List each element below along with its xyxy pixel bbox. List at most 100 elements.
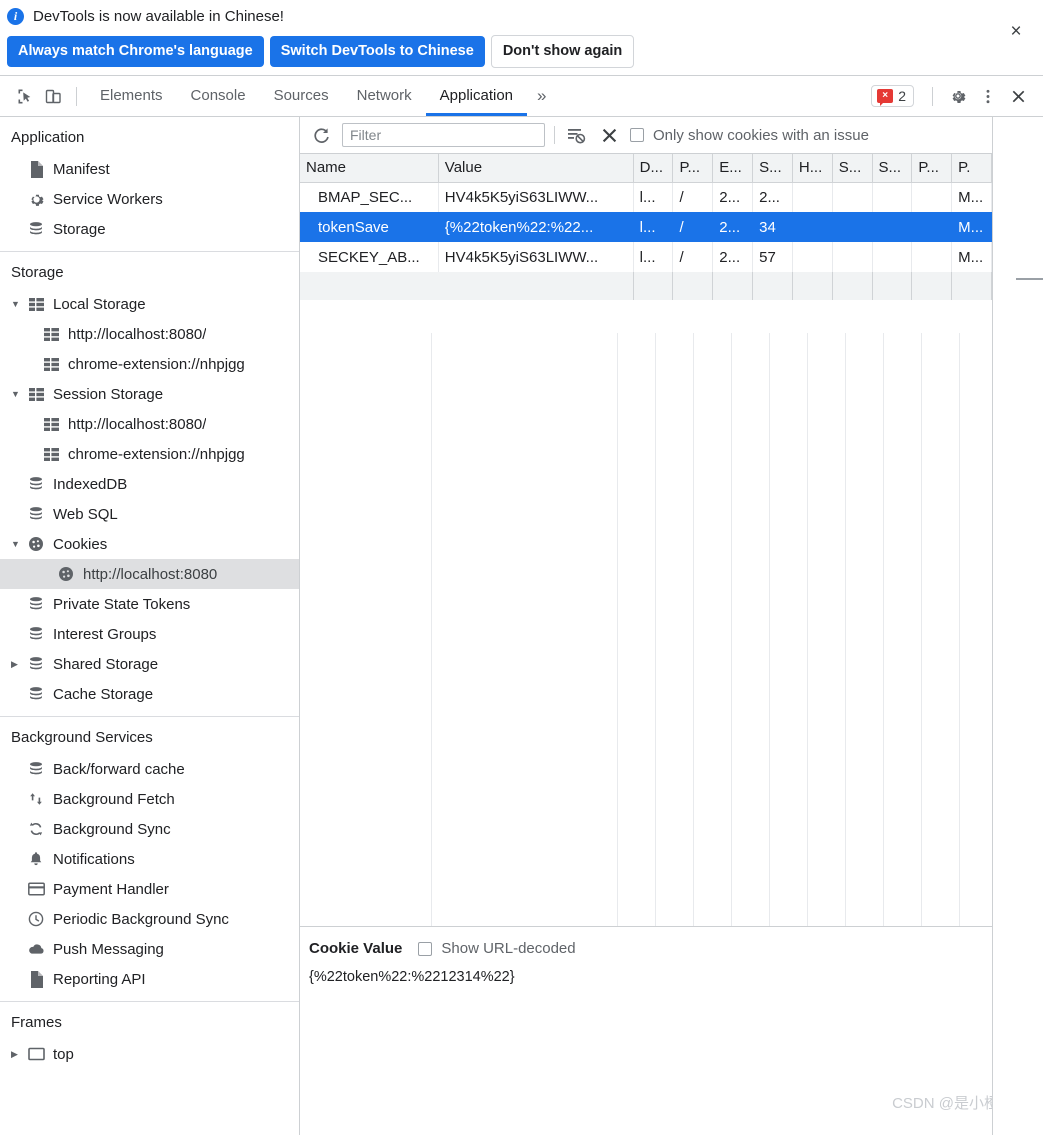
column-header-name[interactable]: Name [300, 154, 439, 183]
cell-partition [911, 182, 953, 212]
cell-domain: l... [633, 242, 674, 272]
sidebar-item-label: Service Workers [53, 190, 163, 208]
column-header-domain[interactable]: D... [633, 154, 674, 183]
column-header-secure[interactable]: S... [832, 154, 873, 183]
tab-overflow-chevron-icon[interactable]: » [527, 86, 556, 106]
dont-show-again-button[interactable]: Don't show again [490, 35, 635, 68]
error-count-badge[interactable]: × 2 [871, 85, 914, 107]
sidebar-item-label: Cookies [53, 535, 108, 553]
sidebar-item-manifest[interactable]: Manifest [0, 154, 299, 184]
tab-console[interactable]: Console [177, 76, 260, 116]
language-banner: i DevTools is now available in Chinese! … [0, 0, 1043, 76]
gear-icon[interactable] [944, 82, 972, 110]
sidebar-item-reporting-api[interactable]: Reporting API [0, 964, 299, 994]
kebab-menu-icon[interactable] [974, 82, 1002, 110]
chevron-down-icon[interactable]: ▼ [11, 299, 26, 309]
table-row[interactable]: BMAP_SEC... HV4k5K5yiS63LIWW... l... / 2… [300, 182, 992, 212]
sidebar-item-storage[interactable]: Storage [0, 214, 299, 244]
cell-samesite [872, 212, 913, 242]
database-icon [26, 759, 46, 779]
sidebar-item-web-sql[interactable]: Web SQL [0, 499, 299, 529]
column-header-partition[interactable]: P... [911, 154, 953, 183]
checkbox-box[interactable] [418, 941, 433, 956]
always-match-language-button[interactable]: Always match Chrome's language [7, 36, 264, 67]
gear-icon [26, 189, 46, 209]
sidebar-item-shared-storage[interactable]: ▶ Shared Storage [0, 649, 299, 679]
tab-sources[interactable]: Sources [260, 76, 343, 116]
chevron-right-icon[interactable]: ▶ [11, 1049, 26, 1059]
sidebar-item-background-sync[interactable]: Background Sync [0, 814, 299, 844]
sidebar-item-push-messaging[interactable]: Push Messaging [0, 934, 299, 964]
device-toolbar-icon[interactable] [39, 82, 67, 110]
sidebar-item-cache-storage[interactable]: Cache Storage [0, 679, 299, 709]
cookie-value-title: Cookie Value [309, 940, 403, 957]
clear-filtered-cookies-icon[interactable] [564, 123, 588, 147]
column-header-expires[interactable]: E... [712, 154, 754, 183]
chevron-down-icon[interactable]: ▼ [11, 539, 26, 549]
sidebar-item-notifications[interactable]: Notifications [0, 844, 299, 874]
table-filler-row [300, 272, 992, 300]
clear-all-cookies-icon[interactable] [597, 123, 621, 147]
inspect-element-icon[interactable] [11, 82, 39, 110]
sidebar-item-frame-top[interactable]: ▶ top [0, 1039, 299, 1069]
sidebar-item-background-fetch[interactable]: Background Fetch [0, 784, 299, 814]
sidebar-item-label: Payment Handler [53, 880, 169, 898]
refresh-icon[interactable] [309, 123, 333, 147]
sidebar-item-cookies-localhost[interactable]: http://localhost:8080 [0, 559, 299, 589]
sidebar-item-interest-groups[interactable]: Interest Groups [0, 619, 299, 649]
close-devtools-icon[interactable] [1004, 82, 1032, 110]
filler-cell [752, 272, 793, 300]
sidebar-item-private-state-tokens[interactable]: Private State Tokens [0, 589, 299, 619]
sidebar-section-title: Background Services [11, 729, 153, 746]
column-header-size[interactable]: S... [752, 154, 793, 183]
sidebar-item-cookies[interactable]: ▼ Cookies [0, 529, 299, 559]
sidebar-item-indexeddb[interactable]: IndexedDB [0, 469, 299, 499]
filter-input[interactable] [342, 123, 545, 147]
sidebar-item-payment-handler[interactable]: Payment Handler [0, 874, 299, 904]
checkbox-box[interactable] [630, 128, 644, 142]
manifest-icon [26, 159, 46, 179]
table-icon [41, 444, 61, 464]
column-header-value[interactable]: Value [438, 154, 634, 183]
table-icon [41, 354, 61, 374]
only-issues-checkbox[interactable]: Only show cookies with an issue [630, 127, 869, 144]
sidebar-item-session-storage-localhost[interactable]: http://localhost:8080/ [0, 409, 299, 439]
tab-network[interactable]: Network [343, 76, 426, 116]
sidebar-item-local-storage[interactable]: ▼ Local Storage [0, 289, 299, 319]
sidebar-item-periodic-background-sync[interactable]: Periodic Background Sync [0, 904, 299, 934]
sidebar-item-session-storage-extension[interactable]: chrome-extension://nhpjgg [0, 439, 299, 469]
database-icon [26, 219, 46, 239]
switch-devtools-language-button[interactable]: Switch DevTools to Chinese [269, 36, 485, 67]
toolbar-divider [554, 126, 555, 144]
banner-message: DevTools is now available in Chinese! [33, 7, 284, 25]
chevron-right-icon[interactable]: ▶ [11, 659, 26, 669]
sidebar-item-session-storage[interactable]: ▼ Session Storage [0, 379, 299, 409]
table-row[interactable]: SECKEY_AB... HV4k5K5yiS63LIWW... l... / … [300, 242, 992, 272]
clock-icon [26, 909, 46, 929]
sidebar-section-storage: Storage ▼ Local Storage http://localhost… [0, 252, 299, 717]
cell-domain: l... [633, 182, 674, 212]
chevron-down-icon[interactable]: ▼ [11, 389, 26, 399]
table-icon [41, 414, 61, 434]
column-header-priority[interactable]: P. [951, 154, 992, 183]
column-header-httponly[interactable]: H... [792, 154, 833, 183]
banner-close-icon[interactable]: × [1005, 20, 1027, 42]
sidebar-item-label: Reporting API [53, 970, 146, 988]
banner-actions: Always match Chrome's language Switch De… [0, 27, 1043, 68]
column-header-samesite[interactable]: S... [872, 154, 913, 183]
cookies-table-container[interactable]: Name Value D... P... E... S... H... S...… [300, 154, 1043, 927]
window-resize-handle[interactable] [1016, 278, 1043, 280]
sidebar-item-label: Storage [53, 220, 106, 238]
show-url-decoded-label: Show URL-decoded [441, 940, 576, 957]
show-url-decoded-checkbox[interactable]: Show URL-decoded [418, 940, 576, 957]
table-row[interactable]: tokenSave {%22token%22:%22... l... / 2..… [300, 212, 992, 242]
sidebar-item-local-storage-extension[interactable]: chrome-extension://nhpjgg [0, 349, 299, 379]
column-header-path[interactable]: P... [672, 154, 714, 183]
tab-application[interactable]: Application [425, 76, 528, 116]
sidebar-item-back-forward-cache[interactable]: Back/forward cache [0, 754, 299, 784]
tab-elements[interactable]: Elements [86, 76, 177, 116]
arrows-updown-icon [26, 789, 46, 809]
cell-value: HV4k5K5yiS63LIWW... [438, 242, 634, 272]
sidebar-item-local-storage-localhost[interactable]: http://localhost:8080/ [0, 319, 299, 349]
sidebar-item-service-workers[interactable]: Service Workers [0, 184, 299, 214]
